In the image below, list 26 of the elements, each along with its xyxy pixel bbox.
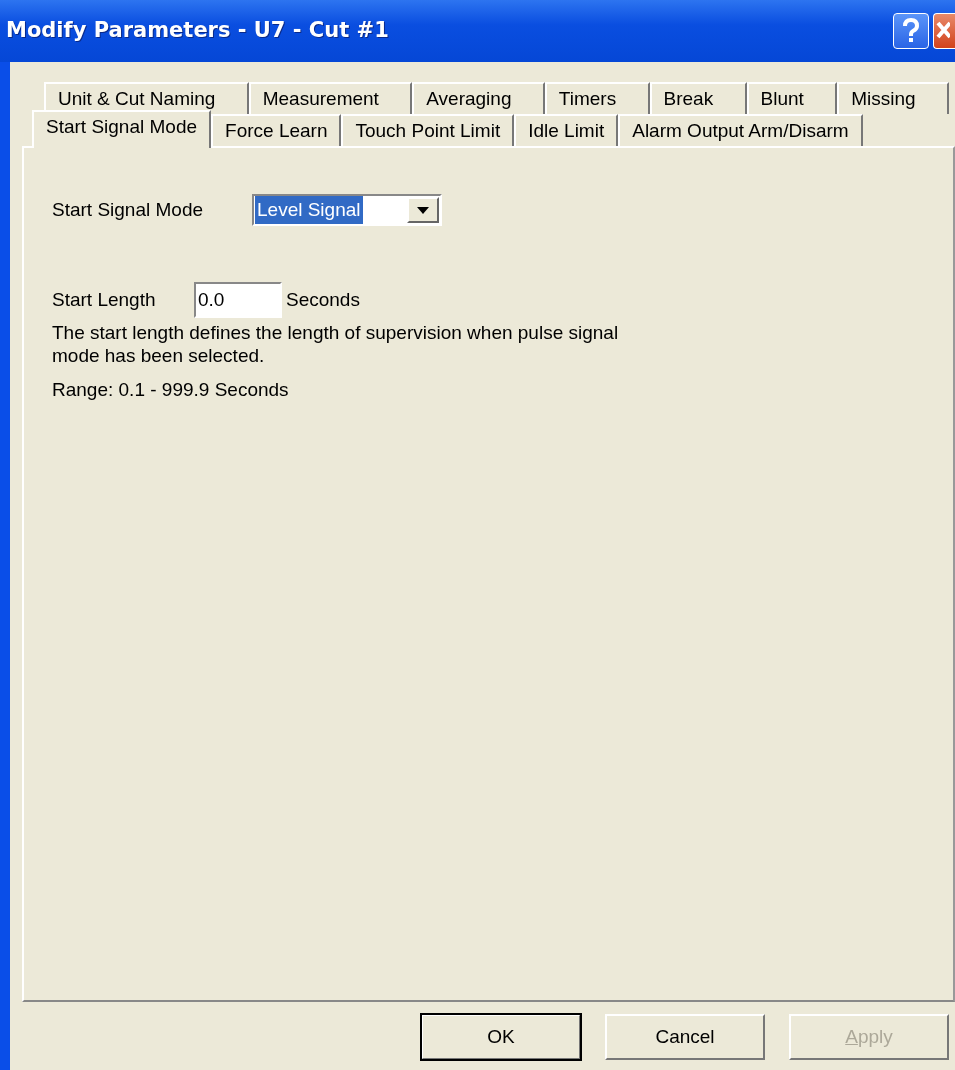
help-icon <box>902 18 920 44</box>
unit-label: Seconds <box>286 287 360 312</box>
dropdown[interactable]: Level Signal <box>252 194 442 226</box>
tab[interactable]: Break <box>649 82 747 114</box>
tab[interactable]: Missing <box>837 82 949 114</box>
tab[interactable]: Start Signal Mode <box>32 110 212 148</box>
tab[interactable]: Measurement <box>248 82 413 114</box>
tab[interactable]: Unit & Cut Naming <box>44 82 249 114</box>
field-label: Start Length <box>52 287 157 312</box>
input-field[interactable]: 0.0 <box>194 282 282 318</box>
tab[interactable]: Averaging <box>412 82 545 114</box>
tab[interactable]: Touch Point Limit <box>341 114 515 146</box>
range-text: Range: 0.1 - 999.9 Seconds <box>52 377 290 402</box>
field-label: Start Signal Mode <box>52 197 205 222</box>
tab[interactable]: Blunt <box>746 82 838 114</box>
window-title: Modify Parameters - U7 - Cut #1 <box>6 17 390 45</box>
tab[interactable]: Force Learn <box>211 114 342 146</box>
tab[interactable]: Idle Limit <box>514 114 619 146</box>
description-text: The start length defines the length of supervision when pulse signal mode has been selected. <box>52 322 620 368</box>
dropdown-arrow-icon <box>417 206 429 214</box>
help-button[interactable] <box>893 13 929 49</box>
close-button[interactable] <box>933 13 955 49</box>
tab[interactable]: Alarm Output Arm/Disarm <box>618 114 863 146</box>
dialog-button[interactable]: Cancel <box>605 1014 765 1060</box>
dialog-button[interactable]: OK <box>421 1014 581 1060</box>
tab[interactable]: Timers <box>544 82 650 114</box>
